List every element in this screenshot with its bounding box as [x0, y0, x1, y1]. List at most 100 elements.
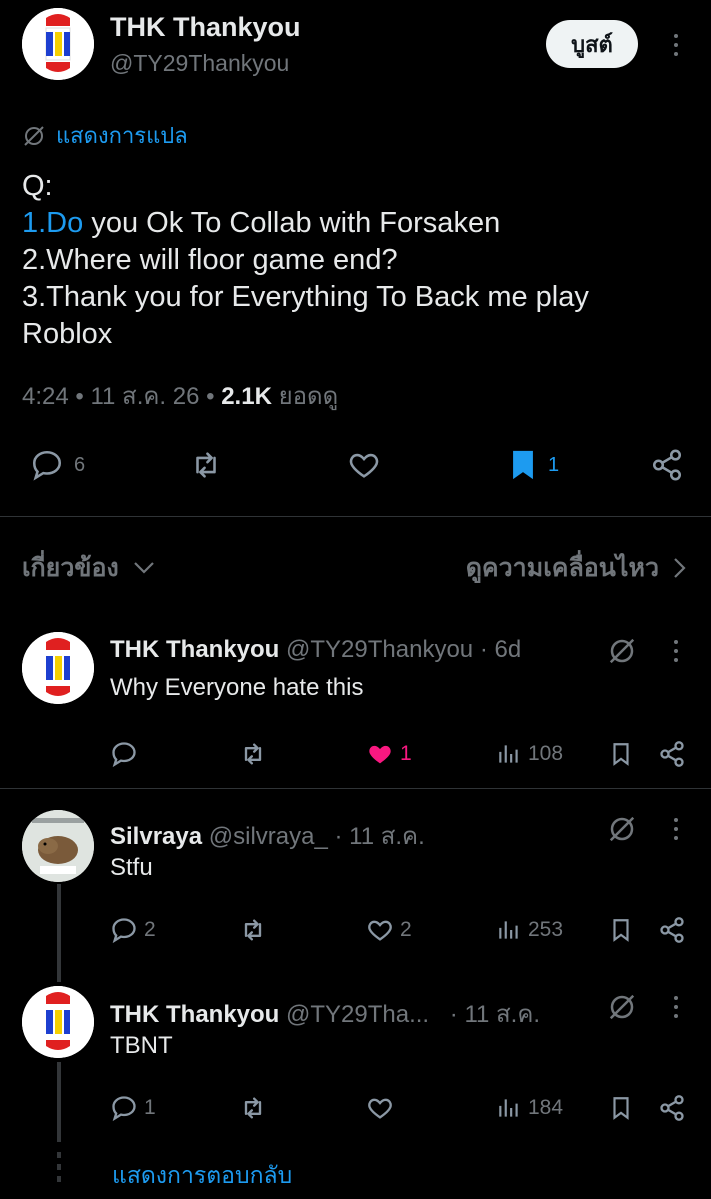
grok-translate-icon[interactable]	[607, 636, 637, 666]
thread-continuation-dots	[57, 1152, 61, 1182]
tweet-line-2: 2.Where will floor game end?	[22, 244, 398, 276]
boost-button[interactable]: บูสต์	[546, 20, 638, 68]
retweet-icon	[244, 1097, 262, 1119]
heart-icon	[368, 920, 392, 941]
tweet-date[interactable]: 11 ส.ค. 26	[90, 383, 199, 410]
motion-label: ดูความเคลื่อนไหว	[465, 554, 659, 582]
reply-icon	[32, 450, 62, 481]
view-activity-link[interactable]: ดูความเคลื่อนไหว	[466, 548, 687, 588]
author-name[interactable]: THK Thankyou	[110, 12, 301, 43]
related-sort-dropdown[interactable]: เกี่ยวข้อง	[22, 548, 155, 588]
heart-icon	[368, 1098, 392, 1119]
reply-button[interactable]: 6	[28, 448, 85, 482]
more-options-icon[interactable]	[672, 640, 680, 662]
share-button[interactable]	[658, 1094, 686, 1122]
reply-avatar[interactable]	[22, 810, 94, 882]
reply-author-name[interactable]: THK Thankyou	[110, 636, 279, 663]
more-options-icon[interactable]	[672, 34, 680, 56]
views-button[interactable]: 108	[496, 740, 563, 768]
like-count: 2	[400, 918, 412, 941]
reply-action-bar: 1 184	[0, 1090, 711, 1130]
retweet-button[interactable]	[238, 740, 268, 768]
reply-author-handle[interactable]: @TY29Thankyou	[286, 636, 473, 663]
like-button[interactable]	[366, 1094, 400, 1122]
grok-translate-icon[interactable]	[607, 814, 637, 844]
retweet-icon	[244, 743, 262, 765]
retweet-button[interactable]	[238, 916, 268, 944]
bookmark-icon	[613, 743, 629, 766]
related-label: เกี่ยวข้อง	[22, 554, 119, 582]
tweet-link[interactable]: 1.Do	[22, 207, 83, 239]
more-options-icon[interactable]	[672, 818, 680, 840]
divider	[0, 788, 711, 789]
bookmark-button[interactable]	[608, 916, 634, 944]
retweet-icon	[196, 452, 216, 478]
reply-text: Stfu	[110, 854, 153, 881]
author-handle[interactable]: @TY29Thankyou	[110, 50, 289, 77]
views-count: 2.1K	[221, 383, 272, 410]
tweet-detail-page: THK Thankyou @TY29Thankyou บูสต์ แสดงการ…	[0, 0, 711, 1199]
reply-action-bar: 2 2 253	[0, 912, 711, 952]
analytics-icon	[499, 1099, 518, 1117]
like-button[interactable]: 1	[366, 740, 412, 768]
reply-count: 1	[144, 1096, 156, 1119]
views-count: 184	[528, 1096, 564, 1119]
reply-text: Why Everyone hate this	[110, 674, 364, 701]
analytics-icon	[499, 921, 518, 939]
tweet-time[interactable]: 4:24	[22, 383, 69, 410]
share-button[interactable]	[648, 448, 686, 482]
share-button[interactable]	[658, 740, 686, 768]
views-count: 108	[528, 742, 564, 765]
reply-header[interactable]: THK Thankyou @TY29Tha... · 11 ส.ค.	[110, 994, 540, 1033]
grok-translate-icon[interactable]	[607, 992, 637, 1022]
reply-author-name[interactable]: THK Thankyou	[110, 1001, 279, 1028]
tweet-meta: 4:24 • 11 ส.ค. 26 • 2.1K ยอดดู	[22, 383, 339, 410]
reply-author-name[interactable]: Silvraya	[110, 823, 202, 850]
analytics-icon	[499, 745, 518, 763]
heart-filled-icon	[369, 745, 391, 764]
reply-text: TBNT	[110, 1032, 173, 1059]
reply-header[interactable]: Silvraya @silvraya_ · 11 ส.ค.	[110, 816, 425, 855]
reply-count: 6	[74, 453, 86, 476]
author-avatar[interactable]	[22, 8, 94, 80]
views-button[interactable]: 184	[496, 1094, 563, 1122]
reply-header[interactable]: THK Thankyou @TY29Thankyou · 6d	[110, 636, 521, 664]
reply-author-handle[interactable]: @silvraya_	[209, 823, 328, 850]
translation-label: แสดงการแปล	[56, 123, 188, 148]
show-replies-link[interactable]: แสดงการตอบกลับ	[112, 1158, 292, 1194]
views-button[interactable]: 253	[496, 916, 563, 944]
bookmark-button[interactable]	[608, 740, 634, 768]
chevron-right-icon	[674, 558, 686, 578]
reply-meta: · 11 ส.ค.	[449, 1001, 541, 1028]
reply-meta: · 11 ส.ค.	[334, 823, 425, 850]
like-button[interactable]: 2	[366, 916, 412, 944]
share-icon	[660, 741, 684, 767]
show-translation-link[interactable]: แสดงการแปล	[22, 118, 188, 153]
reply-icon	[112, 742, 136, 768]
reply-button[interactable]: 1	[110, 1094, 156, 1122]
reply-avatar[interactable]	[22, 632, 94, 704]
like-button[interactable]	[345, 448, 383, 482]
views-label: ยอดดู	[278, 383, 339, 410]
views-count: 253	[528, 918, 564, 941]
capybara-avatar-image	[22, 810, 94, 882]
like-count: 1	[400, 742, 412, 765]
tweet-text: Q: 1.Do you Ok To Collab with Forsaken 2…	[22, 168, 682, 353]
retweet-button[interactable]	[238, 1094, 268, 1122]
tweet-line-1: 1.Do you Ok To Collab with Forsaken	[22, 205, 682, 242]
flag-avatar-image	[22, 8, 94, 80]
bookmark-button[interactable]: 1	[506, 446, 559, 484]
reply-button[interactable]	[110, 740, 144, 768]
heart-icon	[349, 453, 379, 478]
tweet-action-bar: 6 1	[0, 440, 711, 490]
reply-author-handle[interactable]: @TY29Tha...	[286, 1001, 429, 1028]
retweet-button[interactable]	[186, 448, 226, 482]
tweet-line-1-rest: you Ok To Collab with Forsaken	[83, 207, 501, 239]
grok-translate-icon	[24, 125, 44, 146]
more-options-icon[interactable]	[672, 996, 680, 1018]
share-button[interactable]	[658, 916, 686, 944]
bookmark-filled-icon	[513, 450, 533, 480]
bookmark-button[interactable]	[608, 1094, 634, 1122]
reply-avatar[interactable]	[22, 986, 94, 1058]
reply-button[interactable]: 2	[110, 916, 156, 944]
